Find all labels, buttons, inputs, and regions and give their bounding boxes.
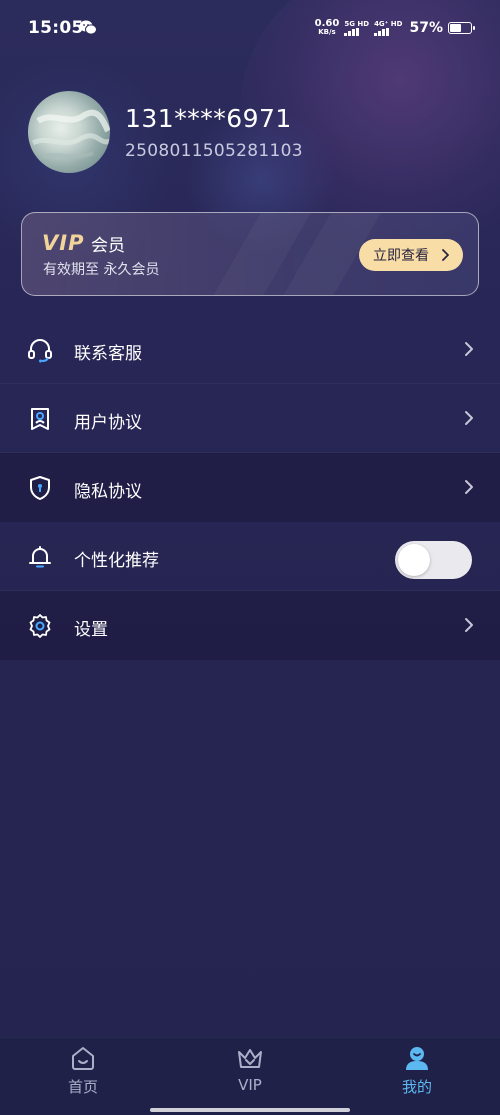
personalized-recommendation-toggle[interactable]: [395, 541, 472, 579]
profile-icon: [406, 1047, 428, 1070]
bell-icon: [29, 546, 51, 568]
bottom-tab-bar: 首页 VIP 我的: [0, 1037, 500, 1115]
chevron-right-icon: [465, 342, 473, 356]
chevron-right-icon: [442, 249, 449, 261]
battery-icon: [448, 22, 475, 34]
tab-home[interactable]: 首页: [0, 1038, 166, 1108]
tab-label: 首页: [67, 1078, 98, 1096]
chevron-right-icon: [465, 480, 473, 494]
home-indicator[interactable]: [150, 1108, 350, 1112]
chevron-right-icon: [465, 618, 473, 632]
tab-label: VIP: [238, 1076, 262, 1094]
signal-icon: 5G HD: [344, 20, 369, 36]
menu-item-label: 用户协议: [74, 413, 142, 433]
menu-item-settings[interactable]: 设置: [0, 591, 500, 660]
avatar[interactable]: [28, 91, 110, 173]
tab-mine[interactable]: 我的: [334, 1038, 500, 1108]
vip-card[interactable]: VIP 会员 有效期至 永久会员 立即查看: [21, 212, 479, 296]
headset-icon: [28, 339, 52, 363]
menu-item-label: 隐私协议: [74, 482, 142, 502]
shield-icon: [30, 476, 50, 500]
vip-expire-text: 有效期至 永久会员: [43, 262, 160, 278]
battery-percent: 57%: [409, 20, 443, 36]
crown-icon: [238, 1049, 262, 1068]
gear-icon: [29, 614, 51, 638]
user-phone: 131****6971: [125, 104, 292, 133]
wechat-icon: [79, 20, 97, 35]
menu-item-privacy-agreement[interactable]: 隐私协议: [0, 453, 500, 522]
menu-item-label: 设置: [74, 620, 108, 640]
tab-label: 我的: [401, 1078, 432, 1096]
view-vip-button-label: 立即查看: [373, 248, 429, 264]
menu-item-user-agreement[interactable]: 用户协议: [0, 384, 500, 453]
user-agreement-icon: [31, 408, 49, 430]
toggle-knob: [398, 544, 430, 576]
network-speed: 0.60 KB/s: [314, 18, 340, 37]
chevron-right-icon: [465, 411, 473, 425]
profile-page: 15:05 0.60 KB/s 5G HD 4G⁺ HD 57% 131****…: [0, 0, 500, 1115]
view-vip-button[interactable]: 立即查看: [359, 239, 463, 271]
signal-icon: 4G⁺ HD: [374, 20, 402, 36]
status-time: 15:05: [28, 18, 84, 38]
vip-logo: VIP: [42, 231, 85, 255]
menu-item-personalized-recommendation: 个性化推荐: [0, 522, 500, 591]
settings-menu: 联系客服 用户协议 隐私协议 个性化推荐 设置: [0, 315, 500, 660]
home-icon: [72, 1047, 94, 1070]
tab-vip[interactable]: VIP: [167, 1038, 333, 1108]
user-id: 2508011505281103: [125, 141, 303, 161]
menu-item-label: 个性化推荐: [74, 551, 159, 571]
status-bar: 15:05 0.60 KB/s 5G HD 4G⁺ HD 57%: [0, 0, 500, 60]
menu-item-customer-service[interactable]: 联系客服: [0, 315, 500, 384]
menu-item-label: 联系客服: [74, 344, 142, 364]
vip-title: 会员: [91, 236, 125, 256]
